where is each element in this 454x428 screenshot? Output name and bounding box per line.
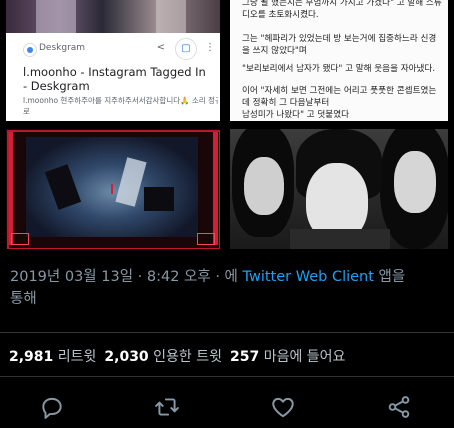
music-video-still-photo[interactable] xyxy=(6,129,220,249)
media-grid: Deskgram < ▢ ⋮ l.moonho - Instagram Tagg… xyxy=(0,0,454,250)
person-center-shirt xyxy=(290,229,390,249)
red-frame-border xyxy=(7,130,220,249)
article-line: "보리보리에서 남자가 됐다" 고 말해 웃음을 자아냈다. xyxy=(242,64,436,74)
quotes-stat[interactable]: 2,030 인용한 트윗 xyxy=(104,349,230,365)
likes-count: 257 xyxy=(230,349,260,365)
retweets-label: 리트윗 xyxy=(57,349,97,365)
share-icon: < xyxy=(151,38,171,58)
site-favicon-icon xyxy=(23,43,37,57)
client-link[interactable]: Twitter Web Client xyxy=(243,269,374,285)
tweet-time[interactable]: 8:42 오후 xyxy=(147,269,211,285)
article-line: 그냥 될 했는지는 무엄까지 가지고 가겠다" 고 말해 스튜 xyxy=(242,0,442,8)
result-domain: Deskgram xyxy=(39,43,86,53)
tweet-action-bar xyxy=(0,386,454,428)
quotes-label: 인용한 트윗 xyxy=(153,349,222,365)
result-snippet-continued: 로 xyxy=(23,107,30,116)
via-line2: 통해 xyxy=(10,291,37,307)
quotes-count: 2,030 xyxy=(104,349,149,365)
reply-icon[interactable] xyxy=(39,394,65,420)
article-line: 이어 "자세히 보면 그전에는 어리고 풋풋한 콘셉트였는 xyxy=(242,86,437,96)
article-line: 데 정확히 그 다음날부터 xyxy=(242,98,330,108)
tweet-stats: 2,981 리트윗 2,030 인용한 트윗 257 마음에 들어요 xyxy=(9,346,353,366)
image-strip xyxy=(6,0,220,33)
image-search-result-screenshot[interactable]: Deskgram < ▢ ⋮ l.moonho - Instagram Tagg… xyxy=(6,0,220,121)
tweet-timestamp-line: 2019년 03월 13일 · 8:42 오후 · 에 Twitter Web … xyxy=(10,266,450,310)
tweet-date[interactable]: 2019년 03월 13일 xyxy=(10,269,133,285)
article-line: 그는 "헤파리가 있었는데 방 보는거에 집중하느라 신경 xyxy=(242,34,437,44)
retweets-count: 2,981 xyxy=(9,349,54,365)
person-right-face xyxy=(394,151,436,213)
more-vertical-icon: ⋮ xyxy=(200,38,220,58)
via-prefix: · 에 xyxy=(210,269,243,285)
result-snippet: l.moonho 현주하주아를 지주하주서서감사합니다🙏 소리 정규음 xyxy=(23,96,218,105)
crosshair-mark xyxy=(111,184,113,194)
corner-mark xyxy=(11,233,29,245)
bookmark-icon: ▢ xyxy=(175,38,197,60)
likes-stat[interactable]: 257 마음에 들어요 xyxy=(230,349,353,365)
article-text-screenshot[interactable]: 그냥 될 했는지는 무엄까지 가지고 가겠다" 고 말해 스튜 디오를 초토화시… xyxy=(230,0,448,121)
article-line: 남성미가 나왔다" 고 덧붙였다 xyxy=(242,110,350,120)
article-line: 디오를 초토화시켰다. xyxy=(242,10,319,20)
group-black-and-white-photo[interactable] xyxy=(230,129,448,249)
via-suffix: 앱을 xyxy=(373,269,406,285)
likes-label: 마음에 들어요 xyxy=(263,349,346,365)
divider xyxy=(0,376,454,377)
meta-separator: · xyxy=(133,269,147,285)
result-title: l.moonho - Instagram Tagged In - Deskgra… xyxy=(23,65,206,93)
article-line: 을 쓰지 않았다"며 xyxy=(242,46,307,56)
person-left-face xyxy=(244,157,284,215)
divider xyxy=(0,332,454,333)
retweet-icon[interactable] xyxy=(154,394,180,420)
retweets-stat[interactable]: 2,981 리트윗 xyxy=(9,349,104,365)
share-icon[interactable] xyxy=(386,394,412,420)
like-icon[interactable] xyxy=(270,394,296,420)
corner-mark xyxy=(197,233,215,245)
